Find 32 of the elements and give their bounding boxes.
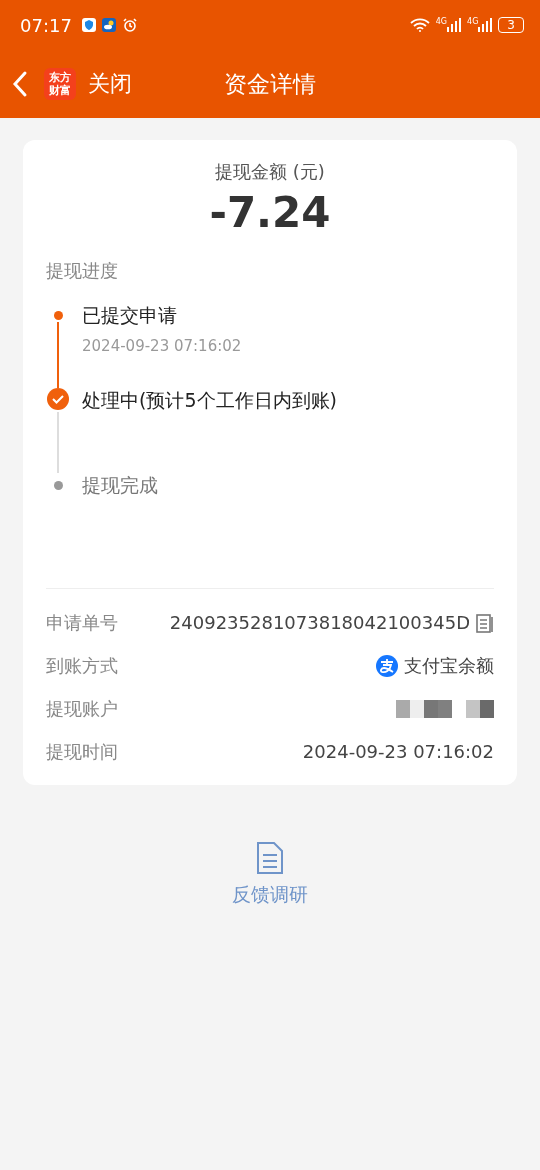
- page-title: 资金详情: [224, 69, 316, 99]
- status-time: 07:17: [20, 14, 72, 36]
- detail-label: 到账方式: [46, 653, 118, 678]
- detail-value: 2409235281073818042100345D: [169, 612, 470, 633]
- progress-title: 提现进度: [46, 259, 119, 283]
- detail-label: 申请单号: [46, 610, 118, 635]
- battery-indicator: 3: [498, 17, 524, 33]
- detail-value: 2024-09-23 07:16:02: [302, 741, 494, 762]
- step-time: 2024-09-23 07:16:02: [82, 337, 242, 355]
- signal-icon: [478, 18, 493, 32]
- network-label: 4G: [467, 18, 479, 26]
- step-label: 提现完成: [82, 473, 158, 498]
- step-label: 处理中(预计5个工作日内到账): [82, 388, 337, 413]
- step-label: 已提交申请: [82, 303, 178, 328]
- feedback-link[interactable]: 反馈调研: [226, 881, 314, 909]
- wifi-icon: [409, 18, 430, 32]
- detail-value: 支付宝余额: [404, 653, 494, 678]
- app-logo: 东方 财富: [44, 68, 76, 100]
- close-button[interactable]: 关闭: [88, 69, 132, 99]
- weather-icon: [101, 18, 116, 32]
- back-icon[interactable]: [12, 70, 28, 98]
- detail-label: 提现时间: [46, 739, 118, 764]
- copy-icon[interactable]: [476, 612, 494, 633]
- payment-icon: [376, 654, 398, 677]
- amount-label: 提现金额 (元): [214, 160, 326, 184]
- network-label: 4G: [435, 18, 448, 26]
- amount-value: -7.24: [208, 188, 332, 237]
- shield-icon: [81, 18, 96, 32]
- document-icon[interactable]: [255, 841, 285, 875]
- signal-icon: [447, 18, 462, 32]
- alarm-icon: [121, 17, 138, 33]
- detail-label: 提现账户: [46, 696, 118, 721]
